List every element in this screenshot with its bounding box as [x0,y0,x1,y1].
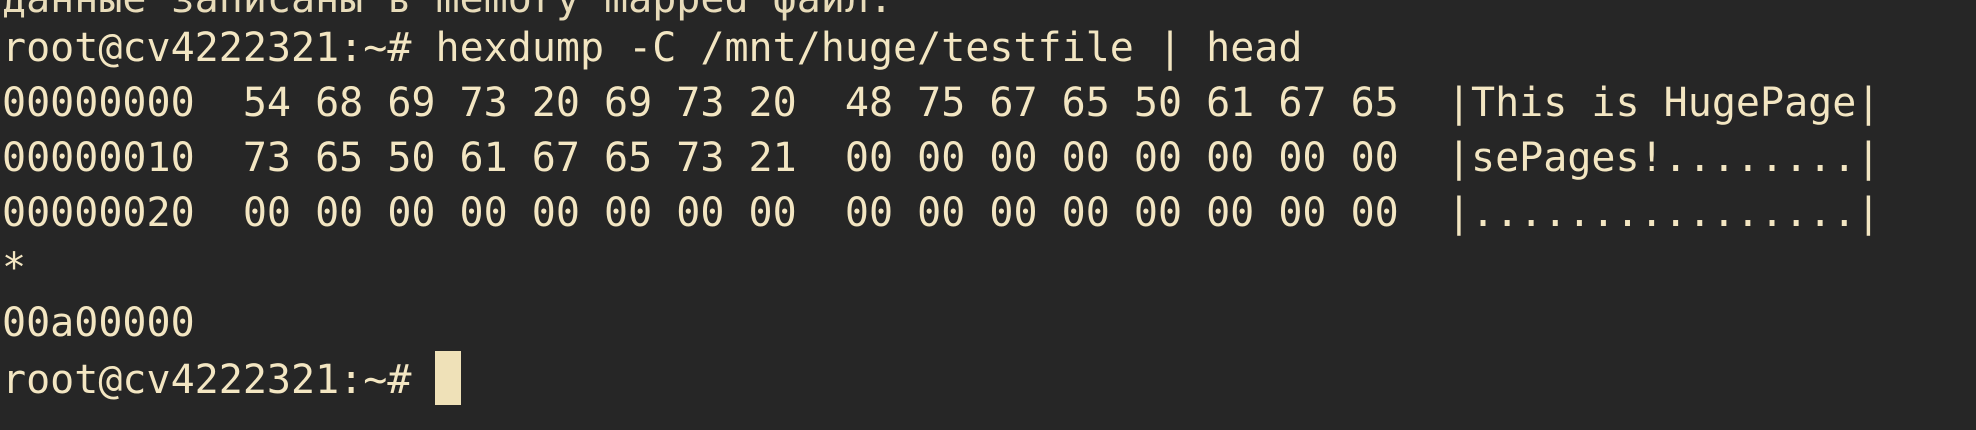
hexdump-line: 00000020 00 00 00 00 00 00 00 00 00 00 0… [2,190,1881,236]
cursor [435,351,462,405]
hexdump-line: 00000000 54 68 69 73 20 69 73 20 48 75 6… [2,80,1881,126]
command-line: root@cv4222321:~# hexdump -C /mnt/huge/t… [2,21,1302,76]
hexdump-line: 00000010 73 65 50 61 67 65 73 21 00 00 0… [2,135,1881,181]
hexdump-line: * [2,245,27,291]
command-text: hexdump -C /mnt/huge/testfile | head [435,25,1303,71]
hexdump-line: 00a00000 [2,300,195,346]
shell-prompt: root@cv4222321:~# [2,357,436,403]
shell-prompt: root@cv4222321:~# [2,25,436,71]
terminal-window[interactable]: данные записаны в memory mapped файл. ro… [0,0,1976,430]
active-prompt-line[interactable]: root@cv4222321:~# [2,351,462,406]
